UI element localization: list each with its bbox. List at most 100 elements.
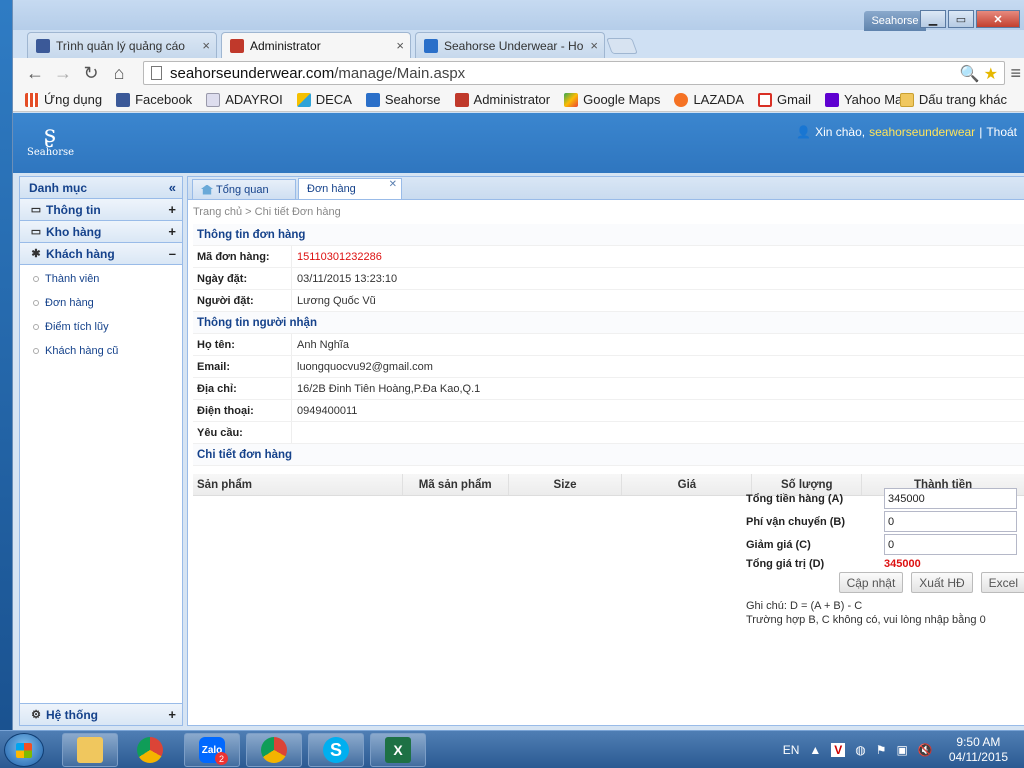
order-info-title: Thông tin đơn hàng	[193, 224, 1024, 246]
collapse-sidebar-icon[interactable]: «	[169, 180, 176, 195]
column-header-product-code[interactable]: Mã sản phẩm	[403, 474, 509, 495]
window-controls: ▁ ▭ ✕	[918, 10, 1020, 30]
window-profile-label[interactable]: Seahorse	[864, 11, 926, 31]
username-link[interactable]: seahorseunderwear	[869, 125, 975, 139]
excel-button[interactable]: Excel	[980, 572, 1024, 593]
antivirus-icon[interactable]: V	[831, 743, 846, 757]
new-tab-button[interactable]	[606, 38, 638, 54]
tab-orders[interactable]: Đơn hàng ✕	[298, 178, 402, 199]
recipient-field-row: Họ tên: Anh Nghĩa	[193, 334, 1024, 356]
bookmark-yahoo-mail[interactable]: Yahoo Mail	[824, 92, 908, 107]
sidebar-group-info[interactable]: ▭ Thông tin +	[20, 199, 182, 221]
export-invoice-button[interactable]: Xuất HĐ	[911, 572, 973, 593]
bookmark-administrator[interactable]: Administrator	[454, 92, 550, 107]
sidebar-item-old-customers[interactable]: Khách hàng cũ	[20, 339, 182, 363]
monitor-icon: ▭	[30, 204, 42, 216]
order-detail-content: Thông tin đơn hàng Mã đơn hàng: 15110301…	[188, 224, 1024, 496]
expand-icon[interactable]: +	[168, 224, 176, 239]
column-header-product[interactable]: Sản phẩm	[193, 474, 403, 495]
bookmark-gmail[interactable]: Gmail	[758, 92, 811, 107]
subtotal-input[interactable]	[884, 488, 1017, 509]
sidebar-header: Danh mục «	[20, 177, 182, 199]
shipping-fee-input[interactable]	[884, 511, 1017, 532]
total-value: 345000	[884, 558, 921, 570]
tray-expand-icon[interactable]: ▲	[809, 743, 821, 757]
browser-menu-icon[interactable]: ≡	[1010, 63, 1021, 84]
volume-muted-icon[interactable]: 🔇	[918, 743, 933, 757]
bullet-icon	[33, 348, 39, 354]
bookmark-deca[interactable]: DECA	[296, 92, 352, 107]
recipient-name-value: Anh Nghĩa	[297, 338, 349, 351]
sidebar-item-members[interactable]: Thành viên	[20, 267, 182, 291]
bullet-icon	[33, 276, 39, 282]
sidebar-group-system[interactable]: ⚙ Hệ thống +	[20, 703, 182, 725]
start-button[interactable]	[4, 733, 44, 767]
flag-icon[interactable]: ⚑	[876, 743, 887, 757]
desktop-background	[0, 0, 12, 730]
taskbar-zalo[interactable]: Zalo 2	[184, 733, 240, 767]
map-pin-icon	[564, 92, 579, 107]
sidebar-group-customers[interactable]: ✱ Khách hàng –	[20, 243, 182, 265]
bookmark-adayroi[interactable]: ADAYROI	[206, 92, 283, 107]
collapse-icon[interactable]: –	[169, 246, 176, 261]
close-icon[interactable]: ×	[396, 38, 404, 53]
maximize-button[interactable]: ▭	[948, 10, 974, 28]
bookmark-seahorse[interactable]: Seahorse	[365, 92, 441, 107]
taskbar-explorer[interactable]	[62, 733, 118, 767]
expand-icon[interactable]: +	[168, 202, 176, 217]
tab-overview[interactable]: Tổng quan	[192, 179, 296, 199]
taskbar-excel[interactable]: X	[370, 733, 426, 767]
bookmark-google-maps[interactable]: Google Maps	[564, 92, 660, 107]
bookmark-lazada[interactable]: LAZADA	[674, 92, 744, 107]
chrome-icon	[137, 737, 163, 763]
clock[interactable]: 9:50 AM 04/11/2015	[949, 735, 1008, 765]
seahorse-logo[interactable]: ʂ Seahorse	[27, 121, 74, 167]
browser-tab-ads-manager[interactable]: Trình quản lý quảng cáo ×	[27, 32, 217, 58]
bookmark-other-folder[interactable]: Dấu trang khác	[899, 92, 1007, 107]
system-tray: EN ▲ V ◍ ⚑ ▣ 🔇 9:50 AM 04/11/2015	[783, 731, 1016, 768]
address-bar[interactable]: seahorseunderwear.com/manage/Main.aspx 🔍…	[143, 61, 1005, 85]
display-icon[interactable]: ▣	[897, 743, 908, 757]
close-icon[interactable]: ×	[202, 38, 210, 53]
column-header-price[interactable]: Giá	[622, 474, 753, 495]
zoom-icon[interactable]: 🔍	[960, 64, 980, 84]
bookmark-facebook[interactable]: Facebook	[116, 92, 192, 107]
sidebar-group-warehouse[interactable]: ▭ Kho hàng +	[20, 221, 182, 243]
close-tab-icon[interactable]: ✕	[389, 179, 397, 190]
expand-icon[interactable]: +	[168, 707, 176, 722]
taskbar-skype[interactable]: S	[308, 733, 364, 767]
browser-tab-seahorse[interactable]: Seahorse Underwear - Ho ×	[415, 32, 605, 58]
app-header: ʂ Seahorse 👤 Xin chào, seahorseunderwear…	[13, 113, 1024, 173]
total-row: Tổng giá trị (D) 345000	[746, 558, 921, 570]
home-icon[interactable]: ⌂	[105, 63, 133, 84]
logout-link[interactable]: Thoát	[986, 125, 1017, 139]
back-arrow-icon[interactable]: ←	[21, 63, 49, 84]
taskbar-chrome[interactable]	[122, 733, 178, 767]
sidebar-item-orders[interactable]: Đơn hàng	[20, 291, 182, 315]
taskbar-chrome-2[interactable]	[246, 733, 302, 767]
discount-row: Giảm giá (C)	[746, 533, 1024, 556]
close-icon[interactable]: ×	[590, 38, 598, 53]
apps-grid-icon	[25, 92, 39, 107]
bookmark-apps[interactable]: Ứng dụng	[25, 92, 102, 107]
minimize-button[interactable]: ▁	[920, 10, 946, 28]
browser-tab-administrator[interactable]: Administrator ×	[221, 32, 411, 58]
language-indicator[interactable]: EN	[783, 743, 800, 757]
discount-input[interactable]	[884, 534, 1017, 555]
forward-arrow-icon[interactable]: →	[49, 63, 77, 84]
close-window-button[interactable]: ✕	[976, 10, 1020, 28]
column-header-size[interactable]: Size	[509, 474, 623, 495]
update-button[interactable]: Cập nhật	[838, 572, 904, 593]
sidebar-item-points[interactable]: Điểm tích lũy	[20, 315, 182, 339]
reload-icon[interactable]: ↻	[77, 63, 105, 84]
recipient-field-row: Điện thoại: 0949400011	[193, 400, 1024, 422]
star-icon[interactable]: ★	[984, 64, 998, 84]
network-globe-icon[interactable]: ◍	[855, 743, 865, 757]
recipient-info-title: Thông tin người nhận	[193, 312, 1024, 334]
order-code-value: 15110301232286	[297, 250, 382, 263]
browser-toolbar: ← → ↻ ⌂ seahorseunderwear.com/manage/Mai…	[13, 58, 1024, 88]
main-tab-strip: Tổng quan Đơn hàng ✕	[188, 177, 1024, 200]
order-totals: Tổng tiền hàng (A) Phí vận chuyển (B) Gi…	[746, 487, 1024, 626]
admin-icon	[454, 92, 469, 107]
folder-icon	[899, 92, 914, 107]
